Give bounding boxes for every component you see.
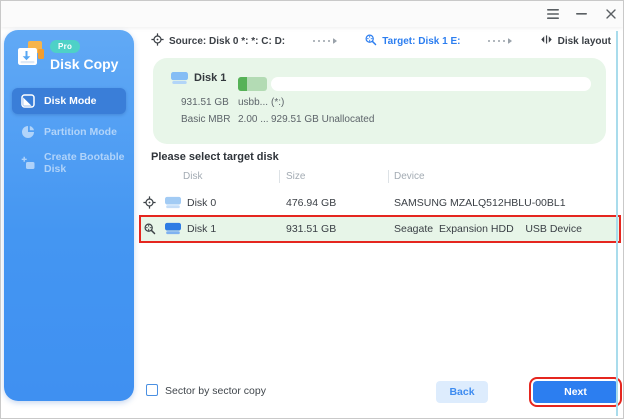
preview-part-drive: (*:) [271,97,374,108]
table-row-disk-0[interactable]: Disk 0 476.94 GB SAMSUNG MZALQ512HBLU-00… [141,191,619,215]
preview-capacity: 931.51 GB [181,97,238,108]
sidebar-menu: Disk Mode Partition Mode Create Bootable… [12,88,126,181]
preview-disk-name: Disk 1 [194,72,226,84]
column-divider [388,170,389,183]
section-title: Please select target disk [151,151,279,163]
sidebar-item-label: Disk Mode [44,95,97,107]
cell-disk-size: 476.94 GB [286,197,336,209]
preview-disk-info: 931.51 GB usbb... (*:) Basic MBR 2.00 ..… [181,97,374,125]
disk-table-header: Disk Size Device [141,169,619,187]
app-window: Pro Disk Copy Disk Mode Partition Mode C… [0,0,624,419]
source-crosshair-icon [143,196,156,212]
disk-drive-icon [165,222,181,238]
step-disk-layout[interactable]: Disk layout [540,33,611,49]
sidebar-item-label: Partition Mode [44,126,117,138]
target-magnifier-icon [364,33,377,49]
preview-unallocated: 929.51 GB Unallocated [271,114,374,125]
step-source[interactable]: Source: Disk 0 *: *: C: D: [151,33,285,49]
sector-by-sector-label: Sector by sector copy [165,385,266,397]
steps-bar: Source: Disk 0 *: *: C: D: Target: Disk … [151,32,611,50]
disk-layout-icon [540,33,553,49]
preview-part-size: 2.00 ... [238,114,271,125]
cell-disk-device: SAMSUNG MZALQ512HBLU-00BL1 [394,197,566,209]
sidebar-item-create-bootable-disk[interactable]: Create Bootable Disk [12,150,126,176]
disk-drive-icon [165,196,181,212]
cell-disk-name: Disk 1 [187,223,216,235]
sidebar-item-label: Create Bootable Disk [44,151,126,175]
close-icon[interactable] [604,8,617,21]
minimize-icon[interactable] [575,8,588,21]
step-layout-label: Disk layout [558,36,611,47]
sidebar: Pro Disk Copy Disk Mode Partition Mode C… [4,30,134,401]
next-button[interactable]: Next [533,381,618,403]
window-controls [546,1,617,27]
titlebar [1,1,623,27]
target-disk-preview-panel: Disk 1 931.51 GB usbb... (*:) Basic MBR … [153,58,606,144]
sector-by-sector-checkbox[interactable] [146,384,158,396]
sidebar-item-partition-mode[interactable]: Partition Mode [12,119,126,145]
step-dots-icon [488,38,512,44]
column-divider [279,170,280,183]
partition-unallocated-bar[interactable] [271,77,591,91]
col-header-disk: Disk [183,171,202,182]
cell-disk-name: Disk 0 [187,197,216,209]
col-header-device: Device [394,171,425,182]
back-button[interactable]: Back [436,381,488,403]
step-dots-icon [313,38,337,44]
step-source-label: Source: Disk 0 *: *: C: D: [169,36,285,47]
disk-mode-icon [21,94,35,108]
col-header-size: Size [286,171,305,182]
app-title: Disk Copy [50,56,118,72]
partition-used-block[interactable] [238,77,267,91]
table-row-disk-1-selected[interactable]: Disk 1 931.51 GB Seagate Expansion HDD U… [141,217,619,241]
cell-disk-device: Seagate Expansion HDD USB Device [394,223,582,235]
pro-badge: Pro [50,40,80,53]
right-edge-scrollbar [616,31,618,416]
partition-mode-icon [21,125,35,139]
preview-disk-type: Basic MBR [181,114,238,125]
bootable-disk-icon [21,156,35,170]
disk-table: Disk Size Device Disk 0 476.94 GB SAMSUN… [141,169,619,187]
target-magnifier-icon [143,222,156,238]
sidebar-item-disk-mode[interactable]: Disk Mode [12,88,126,114]
step-target-label: Target: Disk 1 E: [382,36,460,47]
cell-disk-size: 931.51 GB [286,223,336,235]
preview-part-label: usbb... [238,97,271,108]
step-target[interactable]: Target: Disk 1 E: [364,33,460,49]
source-crosshair-icon [151,33,164,49]
disk-drive-icon [171,71,188,90]
menu-icon[interactable] [546,8,559,21]
app-logo-icon [15,39,47,71]
